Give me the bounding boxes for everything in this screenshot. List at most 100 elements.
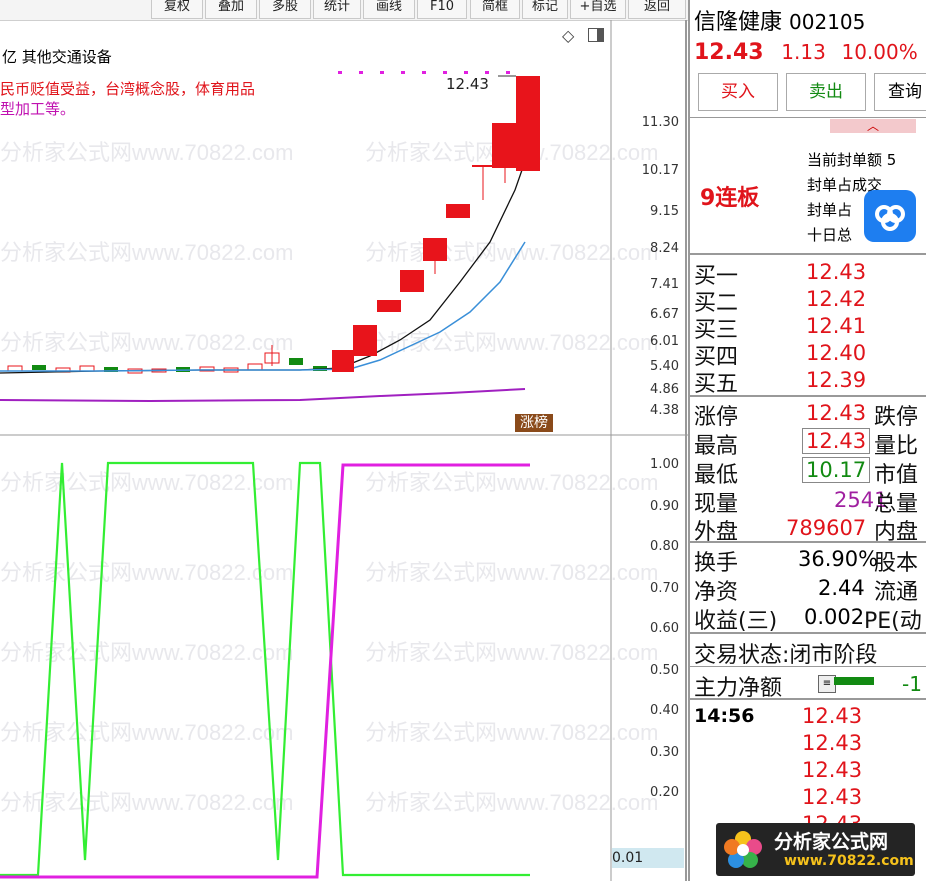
toolbar-button-stats[interactable]: 统计 [313,0,361,19]
watermark: 分析家公式网www.70822.com 分析家公式网www.70822.com … [0,140,658,815]
stat-value: 12.43 [806,401,867,425]
svg-text:分析家公式网www.70822.com: 分析家公式网www.70822.com [0,790,293,815]
toolbar-button-draw[interactable]: 画线 [363,0,415,19]
quote-line: 12.43 1.13 10.00% [694,40,918,65]
last-price: 12.43 [694,40,764,65]
logo-title: 分析家公式网 [774,831,889,853]
fund-value: 2.44 [818,576,865,600]
chart-area[interactable]: 分析家公式网www.70822.com 分析家公式网www.70822.com … [0,20,688,881]
concept-desc-line1: 民币贬值受益，台湾概念股，体育用品 [0,80,256,98]
limit-up-rank-badge[interactable]: 涨榜 [515,414,553,432]
sector-header: 亿 其他交通设备 [2,48,112,66]
svg-text:分析家公式网www.70822.com: 分析家公式网www.70822.com [0,140,293,165]
ma-purple-line [0,388,526,403]
svg-text:分析家公式网www.70822.com: 分析家公式网www.70822.com [365,560,658,585]
fund-right-label: PE(动 [864,609,922,634]
axis-label: 0.50 [650,663,679,678]
stat-label: 最高 [694,434,739,459]
chevron-up-icon[interactable]: ︿ [830,119,916,133]
quote-panel: 信隆健康 002105 12.43 1.13 10.00% 买入 卖出 查询 ︿… [688,0,926,881]
fund-label: 收益(三) [694,609,778,634]
axis-label: 4.86 [650,382,679,397]
stock-name: 信隆健康 [694,10,783,35]
current-value-label: 0.01 [612,848,684,868]
fund-right-label: 股本 [874,551,919,576]
buy-button[interactable]: 买入 [698,73,778,111]
stat-label: 涨停 [694,405,739,430]
diamond-icon[interactable]: ◇ [562,26,574,45]
axis-label: 9.15 [650,204,679,219]
axis-label: 0.60 [650,621,679,636]
axis-label: 5.40 [650,359,679,374]
price-change: 1.13 [781,40,826,64]
sell-button[interactable]: 卖出 [786,73,866,111]
logo-url: www.70822.com [784,853,914,869]
svg-text:分析家公式网www.70822.com: 分析家公式网www.70822.com [365,790,658,815]
tick-price: 12.43 [802,785,863,809]
bid-price-4: 12.40 [806,341,867,365]
svg-text:分析家公式网www.70822.com: 分析家公式网www.70822.com [0,330,293,355]
bid-price-5: 12.39 [806,368,867,392]
tick-time: 14:56 [694,705,755,727]
svg-text:分析家公式网www.70822.com: 分析家公式网www.70822.com [0,640,293,665]
stock-title: 信隆健康 002105 [694,4,865,36]
svg-text:分析家公式网www.70822.com: 分析家公式网www.70822.com [365,640,658,665]
axis-label: 0.90 [650,499,679,514]
site-logo: 分析家公式网 www.70822.com [716,823,915,876]
consecutive-limit-up: 9连板 [700,186,760,211]
svg-text:分析家公式网www.70822.com: 分析家公式网www.70822.com [0,720,293,745]
fund-label: 净资 [694,580,739,605]
axis-label: 10.17 [641,163,679,178]
stat-right-label: 量比 [874,434,919,459]
candles-limit-up [332,76,540,372]
query-button[interactable]: 查询 [874,73,926,111]
fund-value: 0.002 [804,605,865,629]
price-change-pct: 10.00% [841,40,918,64]
axis-label: 7.41 [650,277,679,292]
bid-price-2: 12.42 [806,287,867,311]
axis-label: 0.40 [650,703,679,718]
toolbar-button-mark[interactable]: 标记 [522,0,568,19]
tick-price: 12.43 [802,731,863,755]
bid-price-1: 12.43 [806,260,867,284]
trade-status: 交易状态:闭市阶段 [694,643,878,668]
toolbar-button-fuquan[interactable]: 复权 [151,0,203,19]
svg-text:分析家公式网www.70822.com: 分析家公式网www.70822.com [365,470,658,495]
svg-text:分析家公式网www.70822.com: 分析家公式网www.70822.com [365,720,658,745]
toolbar-button-simple[interactable]: 简框 [470,0,520,19]
bid-price-3: 12.41 [806,314,867,338]
main-flow-value: -1 [902,672,922,696]
stat-right-label: 市值 [874,463,919,488]
svg-text:分析家公式网www.70822.com: 分析家公式网www.70822.com [0,560,293,585]
fund-label: 换手 [694,551,739,576]
high-price-label: 12.43 [446,75,489,93]
axis-label: 0.80 [650,539,679,554]
axis-label: 6.67 [650,307,679,322]
toolbar-button-multi[interactable]: 多股 [259,0,311,19]
toolbar-button-back[interactable]: 返回 [628,0,686,19]
stat-right-label: 跌停 [874,405,919,430]
toolbar-button-f10[interactable]: F10 [417,0,467,19]
axis-label: 4.38 [650,403,679,418]
purple-dots [338,71,510,74]
cloud-app-icon[interactable] [864,190,916,242]
bid-row-5: 买五 [694,372,739,397]
svg-text:分析家公式网www.70822.com: 分析家公式网www.70822.com [0,240,293,265]
panel-toggle-icon[interactable] [588,28,604,42]
axis-label: 11.30 [641,115,679,130]
kline-chart: 分析家公式网www.70822.com 分析家公式网www.70822.com … [0,20,688,881]
toolbar-button-add-favorite[interactable]: +自选 [570,0,626,19]
tick-price: 12.43 [802,758,863,782]
svg-text:分析家公式网www.70822.com: 分析家公式网www.70822.com [365,240,658,265]
axis-label: 0.20 [650,785,679,800]
concept-desc-line2: 型加工等。 [0,100,76,118]
axis-label: 8.24 [650,241,679,256]
stat-value: 10.17 [802,457,871,483]
stock-code: 002105 [789,10,866,34]
toolbar-button-overlay[interactable]: 叠加 [205,0,257,19]
axis-label: 0.70 [650,581,679,596]
stat-value: 12.43 [802,428,871,454]
fund-right-label: 流通 [874,580,919,605]
main-flow-bar [834,677,874,685]
svg-text:分析家公式网www.70822.com: 分析家公式网www.70822.com [0,470,293,495]
